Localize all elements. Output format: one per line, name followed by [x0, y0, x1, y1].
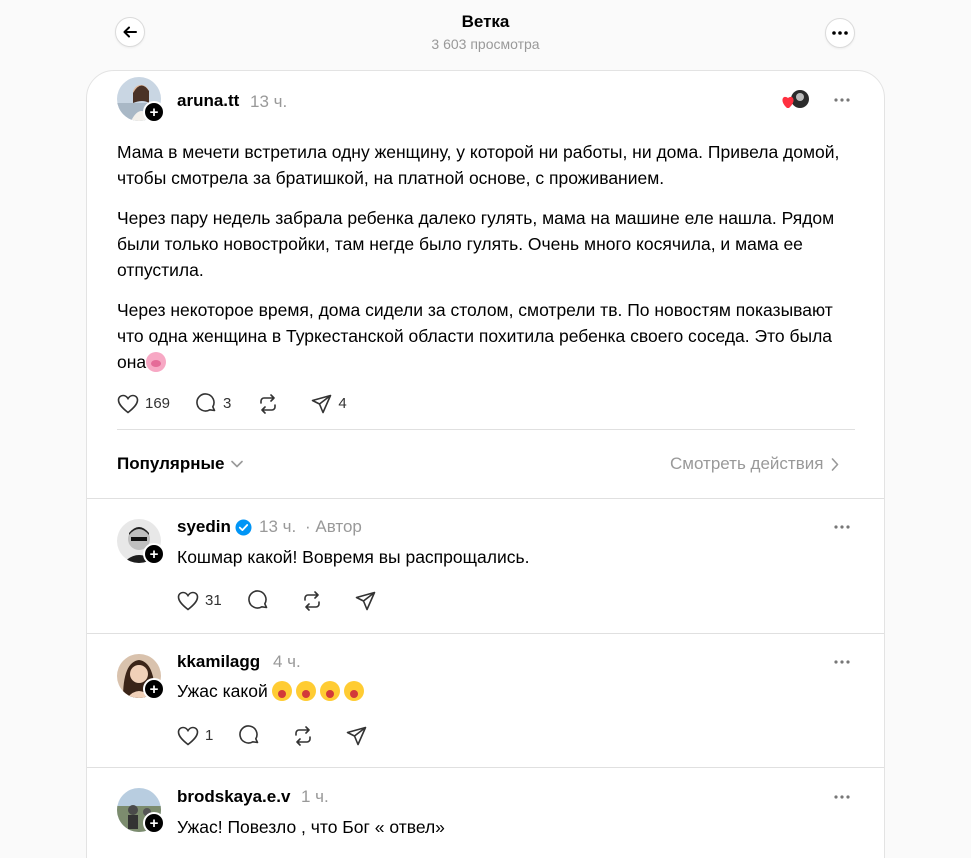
reply-username[interactable]: brodskaya.e.v	[177, 787, 290, 807]
post-paragraph-text: Через некоторое время, дома сидели за ст…	[117, 300, 833, 372]
divider	[87, 767, 884, 768]
more-horizontal-icon	[834, 98, 850, 102]
follow-plus-icon[interactable]: +	[143, 678, 165, 700]
chevron-right-icon	[832, 457, 839, 471]
sort-label: Популярные	[117, 454, 225, 473]
comment-button[interactable]	[239, 725, 266, 746]
repost-button[interactable]	[257, 393, 285, 414]
divider	[117, 429, 855, 430]
post-body: Мама в мечети встретила одну женщину, у …	[117, 139, 857, 389]
view-activity-link[interactable]: Смотреть действия	[670, 454, 839, 474]
verified-badge-icon	[235, 519, 252, 536]
reply-actions: 1	[177, 725, 399, 746]
like-button[interactable]: 169	[117, 394, 170, 414]
comment-count: 3	[223, 395, 232, 412]
like-button[interactable]: 1	[177, 726, 213, 746]
astonished-face-emoji-icon	[319, 681, 340, 701]
reply-menu-button[interactable]	[831, 786, 853, 808]
repost-button[interactable]	[301, 590, 329, 611]
reply-actions: 31	[177, 590, 408, 611]
reply-time: 13 ч.	[259, 517, 297, 536]
post-paragraph: Через некоторое время, дома сидели за ст…	[117, 297, 857, 375]
share-button[interactable]	[346, 726, 373, 746]
sort-dropdown[interactable]: Популярные	[117, 454, 244, 474]
post-time: 13 ч.	[250, 92, 288, 111]
divider	[87, 498, 884, 499]
heart-icon	[117, 394, 139, 414]
like-count: 169	[145, 395, 171, 412]
post-username[interactable]: aruna.tt	[177, 91, 239, 111]
more-horizontal-icon	[832, 31, 848, 35]
post-menu-button[interactable]	[831, 89, 853, 111]
more-horizontal-icon	[834, 795, 850, 799]
follow-plus-icon[interactable]: +	[143, 101, 165, 123]
send-icon	[347, 726, 367, 745]
more-options-button[interactable]	[825, 18, 855, 48]
follow-plus-icon[interactable]: +	[143, 812, 165, 834]
repost-icon	[260, 393, 277, 414]
follow-plus-icon[interactable]: +	[143, 543, 165, 565]
reply-text-row: Ужас какой	[177, 681, 364, 702]
post-paragraph: Мама в мечети встретила одну женщину, у …	[117, 142, 840, 188]
post-paragraph: Через пару недель забрала ребенка далеко…	[117, 208, 835, 280]
chevron-down-icon	[231, 460, 244, 468]
divider	[87, 633, 884, 634]
astonished-face-emoji-icon	[343, 681, 364, 701]
like-count: 1	[205, 727, 214, 744]
more-horizontal-icon	[834, 660, 850, 664]
more-horizontal-icon	[834, 525, 850, 529]
comment-icon	[247, 590, 267, 609]
comment-icon	[196, 393, 216, 412]
share-button[interactable]: 4	[311, 394, 347, 414]
comment-button[interactable]: 3	[196, 393, 231, 414]
heart-icon	[177, 591, 199, 611]
liked-by-icon	[782, 90, 809, 108]
reply-menu-button[interactable]	[831, 516, 853, 538]
reply-time: 4 ч.	[273, 652, 301, 671]
repost-icon	[295, 725, 312, 746]
repost-button[interactable]	[292, 725, 320, 746]
send-icon	[312, 394, 332, 413]
thread-card: + aruna.tt 13 ч. Мама в мечети встретила…	[86, 70, 885, 858]
share-count: 4	[338, 395, 347, 412]
repost-icon	[303, 590, 320, 611]
reply-username[interactable]: syedin	[177, 517, 231, 537]
comment-button[interactable]	[247, 590, 275, 611]
view-activity-label: Смотреть действия	[670, 454, 824, 473]
author-tag: · Автор	[305, 517, 362, 536]
like-count: 31	[205, 592, 222, 609]
comment-icon	[239, 725, 259, 744]
like-button[interactable]: 31	[177, 591, 222, 611]
reply-text: Кошмар какой! Вовремя вы распрощались.	[177, 547, 530, 567]
reply-text: Ужас какой	[177, 681, 268, 701]
astonished-face-emoji-icon	[271, 681, 292, 701]
post-actions: 169 3 4	[117, 393, 373, 414]
reply-menu-button[interactable]	[831, 651, 853, 673]
astonished-face-emoji-icon	[295, 681, 316, 701]
heart-icon	[177, 726, 199, 746]
share-button[interactable]	[355, 591, 382, 611]
send-icon	[355, 591, 375, 610]
liked-by-avatars[interactable]	[781, 89, 811, 111]
reply-time: 1 ч.	[301, 787, 329, 806]
reply-text: Ужас! Повезло , что Бог « отвел»	[177, 817, 445, 837]
pig-emoji-icon	[146, 352, 167, 372]
thread-header: Ветка 3 603 просмотра	[0, 0, 971, 70]
reply-username[interactable]: kkamilagg	[177, 652, 260, 672]
